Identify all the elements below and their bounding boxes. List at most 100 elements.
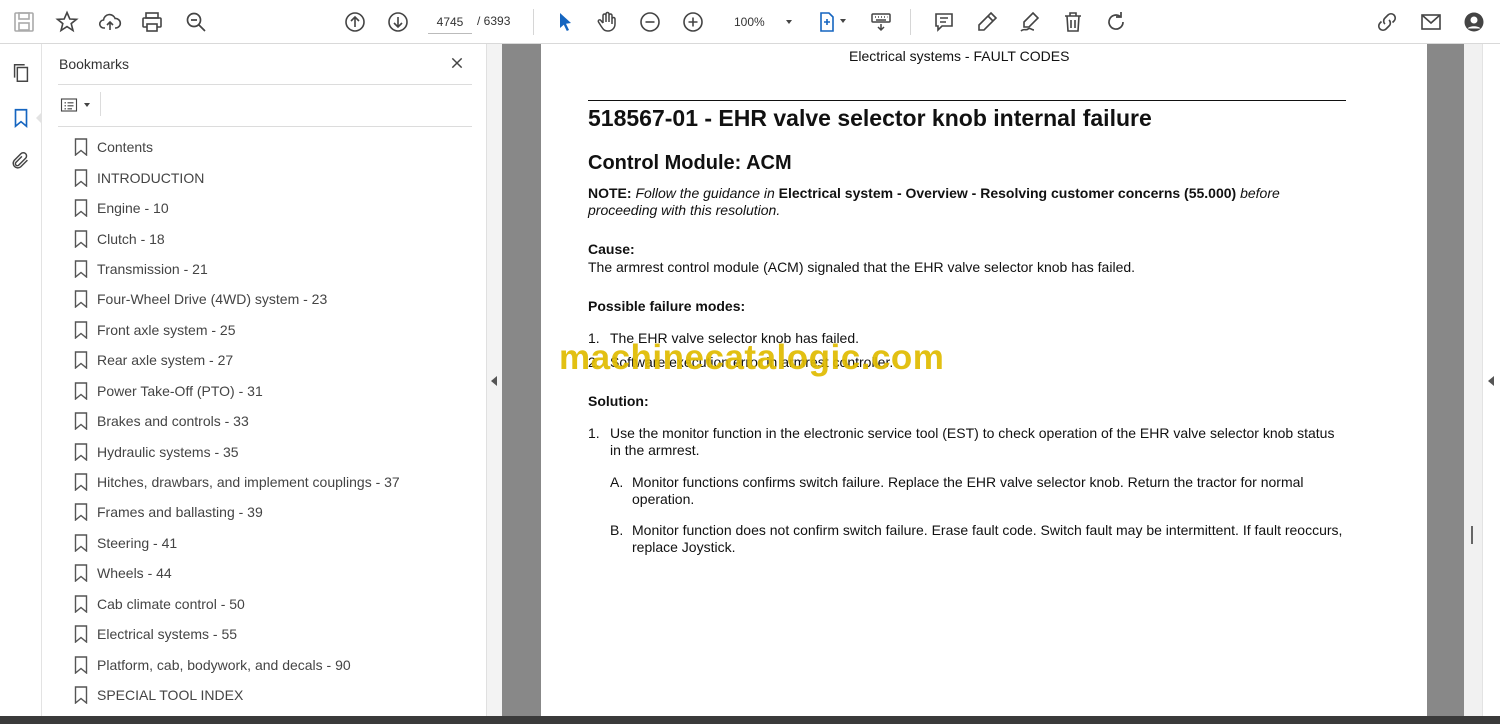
hand-icon[interactable]: [592, 7, 622, 37]
bookmark-label: Brakes and controls - 33: [97, 413, 249, 430]
bookmark-item[interactable]: Clutch - 18: [74, 223, 474, 253]
cause-heading: Cause:: [588, 241, 635, 257]
bookmark-label: INTRODUCTION: [97, 169, 205, 186]
bookmark-item[interactable]: Front axle system - 25: [74, 315, 474, 345]
keyboard-icon[interactable]: [866, 7, 896, 37]
bookmark-item[interactable]: Four-Wheel Drive (4WD) system - 23: [74, 284, 474, 314]
list-item: 1. Use the monitor function in the electr…: [588, 425, 1335, 458]
running-header: Electrical systems - FAULT CODES: [849, 48, 1070, 64]
bookmark-options-button[interactable]: [59, 94, 93, 116]
bookmark-item[interactable]: Contents: [74, 132, 474, 162]
collapse-panel-icon[interactable]: [491, 376, 497, 386]
pen-icon[interactable]: [972, 7, 1002, 37]
bookmark-list: Contents INTRODUCTION Engine - 10 Clutch…: [74, 132, 474, 710]
bookmark-label: Frames and ballasting - 39: [97, 504, 263, 521]
bookmark-icon: [74, 564, 88, 583]
sub-list-item: B. Monitor function does not confirm swit…: [610, 522, 1343, 555]
zoom-in-icon[interactable]: [678, 7, 708, 37]
expand-right-pane-icon[interactable]: [1488, 376, 1494, 386]
bookmark-icon[interactable]: [8, 105, 34, 131]
bookmark-item[interactable]: INTRODUCTION: [74, 162, 474, 192]
bookmark-icon: [74, 442, 88, 461]
bookmark-item[interactable]: Power Take-Off (PTO) - 31: [74, 376, 474, 406]
rotate-icon[interactable]: [1101, 7, 1131, 37]
panel-splitter[interactable]: [486, 44, 502, 716]
sign-icon[interactable]: [1015, 7, 1045, 37]
bookmark-label: Front axle system - 25: [97, 321, 236, 338]
bookmark-item[interactable]: Hitches, drawbars, and implement couplin…: [74, 467, 474, 497]
chevron-down-icon: [84, 103, 90, 107]
navigation-rail: [0, 44, 42, 724]
page-up-icon[interactable]: [340, 7, 370, 37]
vertical-scrollbar[interactable]: [1464, 44, 1482, 716]
bookmark-icon: [74, 595, 88, 613]
star-icon[interactable]: [52, 7, 82, 37]
bookmark-icon: [74, 168, 88, 187]
sub-list-item: A. Monitor functions confirms switch fail…: [610, 474, 1304, 507]
bookmark-label: Platform, cab, bodywork, and decals - 90: [97, 656, 351, 673]
zoom-value: 100%: [734, 15, 765, 29]
panel-divider: [100, 92, 101, 116]
bookmark-item[interactable]: Frames and ballasting - 39: [74, 497, 474, 527]
page-down-icon[interactable]: [383, 7, 413, 37]
bookmark-item[interactable]: Platform, cab, bodywork, and decals - 90: [74, 649, 474, 679]
bookmark-item[interactable]: Electrical systems - 55: [74, 619, 474, 649]
bookmark-icon: [74, 412, 88, 431]
bookmark-label: Power Take-Off (PTO) - 31: [97, 382, 263, 399]
pages-icon[interactable]: [8, 60, 34, 86]
bookmark-label: Electrical systems - 55: [97, 626, 238, 643]
bookmark-item[interactable]: Rear axle system - 27: [74, 345, 474, 375]
control-module-heading: Control Module: ACM: [588, 152, 792, 174]
panel-divider: [58, 84, 472, 85]
fit-page-icon[interactable]: [812, 7, 846, 37]
bookmark-label: SPECIAL TOOL INDEX: [97, 687, 244, 704]
share-link-icon[interactable]: [1372, 7, 1402, 37]
bookmark-icon: [74, 473, 88, 492]
bookmark-icon: [74, 686, 88, 705]
bookmark-item[interactable]: Brakes and controls - 33: [74, 406, 474, 436]
bookmark-item[interactable]: Wheels - 44: [74, 558, 474, 588]
account-icon[interactable]: [1459, 7, 1489, 37]
bookmark-item[interactable]: Transmission - 21: [74, 254, 474, 284]
document-viewport: Electrical systems - FAULT CODES 518567-…: [502, 44, 1464, 716]
bookmark-item[interactable]: Engine - 10: [74, 193, 474, 223]
bookmark-label: Steering - 41: [97, 534, 178, 551]
bookmark-label: Hitches, drawbars, and implement couplin…: [97, 474, 400, 491]
page-number-input[interactable]: [428, 10, 472, 34]
cause-text: The armrest control module (ACM) signale…: [588, 259, 1136, 275]
zoom-dropdown[interactable]: 100%: [716, 10, 798, 34]
bookmark-label: Four-Wheel Drive (4WD) system - 23: [97, 291, 328, 308]
bookmark-item[interactable]: Cab climate control - 50: [74, 589, 474, 619]
attachment-icon[interactable]: [8, 148, 34, 174]
mail-icon[interactable]: [1416, 7, 1446, 37]
bookmark-icon: [74, 351, 88, 370]
bookmark-label: Transmission - 21: [97, 260, 208, 277]
bookmark-label: Engine - 10: [97, 200, 169, 217]
cloud-upload-icon[interactable]: [95, 7, 125, 37]
failure-modes-heading: Possible failure modes:: [588, 298, 746, 314]
print-icon[interactable]: [137, 7, 167, 37]
bookmark-icon: [74, 625, 88, 644]
zoom-search-icon[interactable]: [181, 7, 211, 37]
bookmark-item[interactable]: Steering - 41: [74, 528, 474, 558]
bookmark-icon: [74, 534, 88, 552]
bookmark-icon: [74, 260, 88, 278]
bookmark-icon: [74, 290, 88, 309]
header-rule: [588, 100, 1346, 101]
close-icon[interactable]: [446, 52, 468, 74]
watermark: machinecatalogic.com: [559, 338, 945, 377]
bookmark-icon: [74, 199, 88, 218]
toolbar-divider: [533, 9, 534, 35]
page-title: 518567-01 - EHR valve selector knob inte…: [588, 105, 1152, 131]
bookmark-item[interactable]: SPECIAL TOOL INDEX: [74, 680, 474, 710]
taskbar-edge: [0, 716, 1500, 724]
comment-icon[interactable]: [929, 7, 959, 37]
save-icon[interactable]: [9, 7, 39, 37]
bookmark-item[interactable]: Hydraulic systems - 35: [74, 436, 474, 466]
zoom-out-icon[interactable]: [635, 7, 665, 37]
select-arrow-icon[interactable]: [550, 7, 580, 37]
scrollbar-thumb[interactable]: [1471, 526, 1473, 544]
trash-icon[interactable]: [1058, 7, 1088, 37]
bookmarks-title: Bookmarks: [59, 56, 130, 72]
bookmark-icon: [74, 138, 88, 157]
